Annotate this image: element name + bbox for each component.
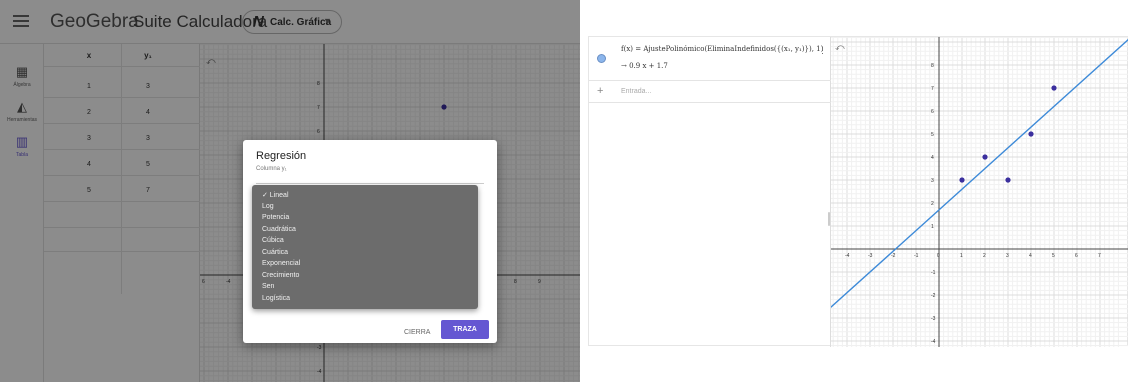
y-tick-label: 5 [931, 132, 934, 138]
algebra-input-row[interactable]: + Entrada... [589, 81, 831, 103]
regression-dialog: Regresión Columna y₁ ✓ Lineal Log Potenc… [243, 140, 497, 343]
menu-item-crecimiento[interactable]: Crecimiento [262, 272, 299, 279]
data-point [1051, 85, 1057, 91]
menu-item-cuadratica[interactable]: Cuadrática [262, 226, 296, 233]
dialog-subtitle: Columna y₁ [256, 166, 287, 172]
geogebra-left-window: GeoGebra Suite Calculadora N Calc. Gráfi… [0, 0, 580, 382]
undo-icon[interactable]: ⤺ [835, 42, 845, 52]
x-tick-label: 0 [937, 253, 940, 259]
x-tick-label: -4 [845, 253, 850, 259]
y-tick-label: -4 [931, 339, 936, 345]
menu-item-exponencial[interactable]: Exponencial [262, 260, 300, 267]
x-tick-label: 7 [1098, 253, 1101, 259]
y-tick-label: 4 [931, 155, 934, 161]
y-tick-label: 2 [931, 201, 934, 207]
x-tick-label: -1 [914, 253, 919, 259]
algebra-row[interactable]: f(x) = AjustePolinómico(EliminaIndefinid… [589, 37, 831, 81]
x-tick-label: 3 [1006, 253, 1009, 259]
y-tick-label: 7 [931, 86, 934, 92]
y-tick-label: 8 [931, 63, 934, 69]
fit-formula[interactable]: f(x) = AjustePolinómico(EliminaIndefinid… [621, 45, 823, 53]
data-point [982, 154, 988, 160]
x-tick-label: -2 [891, 253, 896, 259]
data-point [959, 177, 965, 183]
data-point [1005, 177, 1011, 183]
x-tick-label: 1 [960, 253, 963, 259]
y-tick-label: 1 [931, 224, 934, 230]
data-point [1028, 131, 1034, 137]
y-tick-label: 3 [931, 178, 934, 184]
plus-icon[interactable]: + [597, 85, 603, 97]
menu-item-sen[interactable]: Sen [262, 283, 274, 290]
geogebra-right-window: f(x) = AjustePolinómico(EliminaIndefinid… [588, 36, 1128, 347]
resize-handle[interactable] [828, 212, 830, 226]
graph-view-right[interactable]: 5-4-3-2-10123456787654321-1-2-3-4⤺ [831, 37, 1128, 347]
menu-item-cubica[interactable]: Cúbica [262, 237, 284, 244]
x-tick-label: 6 [1075, 253, 1078, 259]
algebra-input[interactable]: Entrada... [621, 88, 651, 95]
more-options-icon[interactable]: ⋮ [818, 45, 827, 56]
y-tick-label: -2 [931, 293, 936, 299]
fit-result: → 0.9 x + 1.7 [621, 62, 668, 70]
dialog-title: Regresión [256, 150, 307, 162]
y-tick-label: -3 [931, 316, 936, 322]
menu-item-logistica[interactable]: Logística [262, 295, 290, 302]
close-button[interactable]: CIERRA [404, 329, 430, 336]
menu-item-cuartica[interactable]: Cuártica [262, 249, 288, 256]
x-tick-label: 2 [983, 253, 986, 259]
y-tick-label: -1 [931, 270, 936, 276]
regression-type-menu: ✓ Lineal Log Potencia Cuadrática Cúbica … [252, 185, 478, 309]
menu-item-potencia[interactable]: Potencia [262, 214, 289, 221]
x-tick-label: 5 [1052, 253, 1055, 259]
x-tick-label: -3 [868, 253, 873, 259]
plot-button[interactable]: TRAZA [441, 320, 489, 339]
menu-item-log[interactable]: Log [262, 203, 274, 210]
algebra-view: f(x) = AjustePolinómico(EliminaIndefinid… [589, 37, 831, 347]
visibility-toggle-icon[interactable] [597, 54, 606, 63]
x-tick-label: 4 [1029, 253, 1032, 259]
menu-item-lineal[interactable]: ✓ Lineal [262, 191, 289, 199]
y-tick-label: 6 [931, 109, 934, 115]
